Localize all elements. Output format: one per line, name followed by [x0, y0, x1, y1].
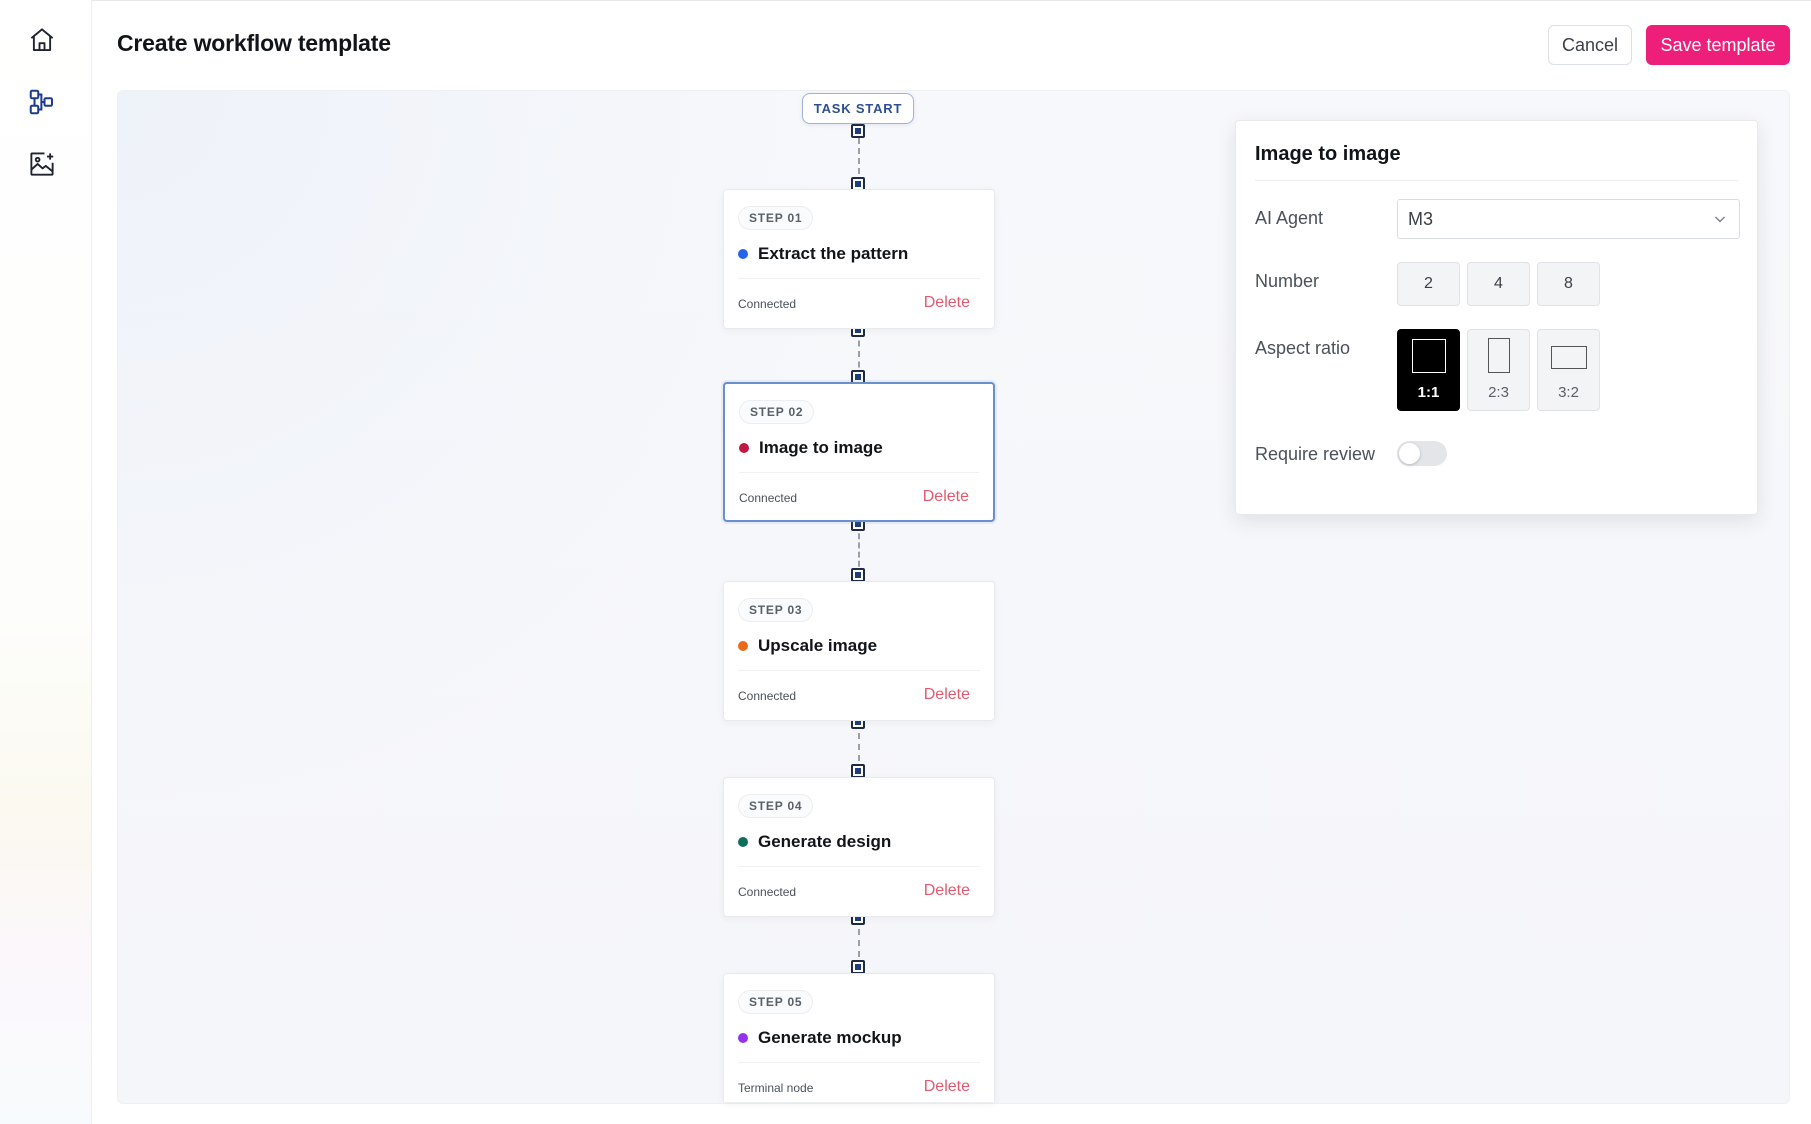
aspect-ratio-2-3[interactable]: 2:3 — [1467, 329, 1530, 411]
step-title: Upscale image — [758, 636, 878, 655]
step-title-row: Generate design — [738, 832, 891, 852]
step-number-chip: STEP 05 — [738, 990, 814, 1014]
ai-agent-value: M3 — [1408, 208, 1434, 229]
square-ratio-icon — [1412, 339, 1446, 373]
toggle-knob — [1399, 443, 1420, 464]
step-card-2[interactable]: STEP 02 Image to image Connected Delete — [723, 382, 995, 522]
divider — [739, 472, 979, 473]
connection-port[interactable] — [851, 124, 865, 138]
step-title-row: Extract the pattern — [738, 244, 908, 264]
ai-agent-select[interactable]: M3 — [1397, 199, 1740, 239]
step-title-row: Image to image — [739, 438, 883, 458]
aspect-ratio-label: Aspect ratio — [1255, 338, 1351, 358]
step-card-1[interactable]: STEP 01 Extract the pattern Connected De… — [723, 189, 995, 329]
chevron-down-icon — [1715, 216, 1725, 223]
step-status: Connected — [739, 491, 798, 505]
top-border — [92, 0, 1811, 1]
number-option-8[interactable]: 8 — [1537, 262, 1600, 306]
rail-gallery-button[interactable] — [22, 144, 62, 184]
page-title: Create workflow template — [117, 30, 391, 56]
step-title-row: Generate mockup — [738, 1028, 902, 1048]
step-status: Connected — [738, 885, 797, 899]
status-dot — [738, 1033, 748, 1043]
step-title-row: Upscale image — [738, 636, 877, 656]
number-label: Number — [1255, 271, 1320, 291]
step-title: Extract the pattern — [758, 244, 909, 263]
number-option-4[interactable]: 4 — [1467, 262, 1530, 306]
task-start-node[interactable]: TASK START — [802, 93, 914, 124]
aspect-ratio-3-2[interactable]: 3:2 — [1537, 329, 1600, 411]
aspect-ratio-label-text: 1:1 — [1417, 384, 1440, 401]
cancel-button[interactable]: Cancel — [1548, 25, 1632, 65]
delete-step-button[interactable]: Delete — [924, 882, 970, 900]
divider — [738, 278, 980, 279]
delete-step-button[interactable]: Delete — [924, 1078, 970, 1096]
rail-home-button[interactable] — [22, 20, 62, 60]
aspect-ratio-label-text: 2:3 — [1488, 384, 1509, 401]
save-template-button[interactable]: Save template — [1646, 25, 1790, 65]
step-card-5[interactable]: STEP 05 Generate mockup Terminal node De… — [723, 973, 995, 1102]
divider — [738, 1062, 980, 1063]
step-number-chip: STEP 02 — [739, 400, 815, 424]
step-status: Terminal node — [738, 1081, 814, 1095]
gallery-icon — [30, 152, 54, 176]
connection-port[interactable] — [851, 764, 865, 778]
step-status: Connected — [738, 689, 797, 703]
delete-step-button[interactable]: Delete — [924, 686, 970, 704]
require-review-label: Require review — [1255, 444, 1376, 464]
home-icon — [30, 28, 54, 51]
panel-title: Image to image — [1255, 143, 1401, 165]
step-title: Image to image — [759, 438, 883, 457]
connection-port[interactable] — [851, 960, 865, 974]
rail-workflow-button[interactable] — [22, 82, 62, 122]
number-option-2[interactable]: 2 — [1397, 262, 1460, 306]
step-number-chip: STEP 04 — [738, 794, 814, 818]
status-dot — [738, 837, 748, 847]
divider — [738, 866, 980, 867]
step-number-chip: STEP 01 — [738, 206, 814, 230]
divider — [738, 670, 980, 671]
status-dot — [738, 249, 748, 259]
divider — [1255, 180, 1738, 181]
status-dot — [739, 443, 749, 453]
delete-step-button[interactable]: Delete — [923, 488, 969, 506]
portrait-ratio-icon — [1488, 338, 1510, 373]
require-review-toggle[interactable] — [1397, 441, 1447, 466]
delete-step-button[interactable]: Delete — [924, 294, 970, 312]
workflow-icon — [29, 89, 53, 115]
step-title: Generate mockup — [758, 1028, 902, 1047]
step-status: Connected — [738, 297, 797, 311]
step-card-3[interactable]: STEP 03 Upscale image Connected Delete — [723, 581, 995, 721]
step-title: Generate design — [758, 832, 892, 851]
aspect-ratio-1-1[interactable]: 1:1 — [1397, 329, 1460, 411]
step-number-chip: STEP 03 — [738, 598, 814, 622]
connection-port[interactable] — [851, 568, 865, 582]
ai-agent-label: AI Agent — [1255, 208, 1324, 228]
aspect-ratio-label-text: 3:2 — [1558, 384, 1579, 401]
status-dot — [738, 641, 748, 651]
left-rail — [0, 0, 92, 1124]
landscape-ratio-icon — [1551, 346, 1587, 369]
step-card-4[interactable]: STEP 04 Generate design Connected Delete — [723, 777, 995, 917]
step-properties-panel: Image to image AI Agent M3 Number 2 4 8 … — [1235, 120, 1758, 515]
